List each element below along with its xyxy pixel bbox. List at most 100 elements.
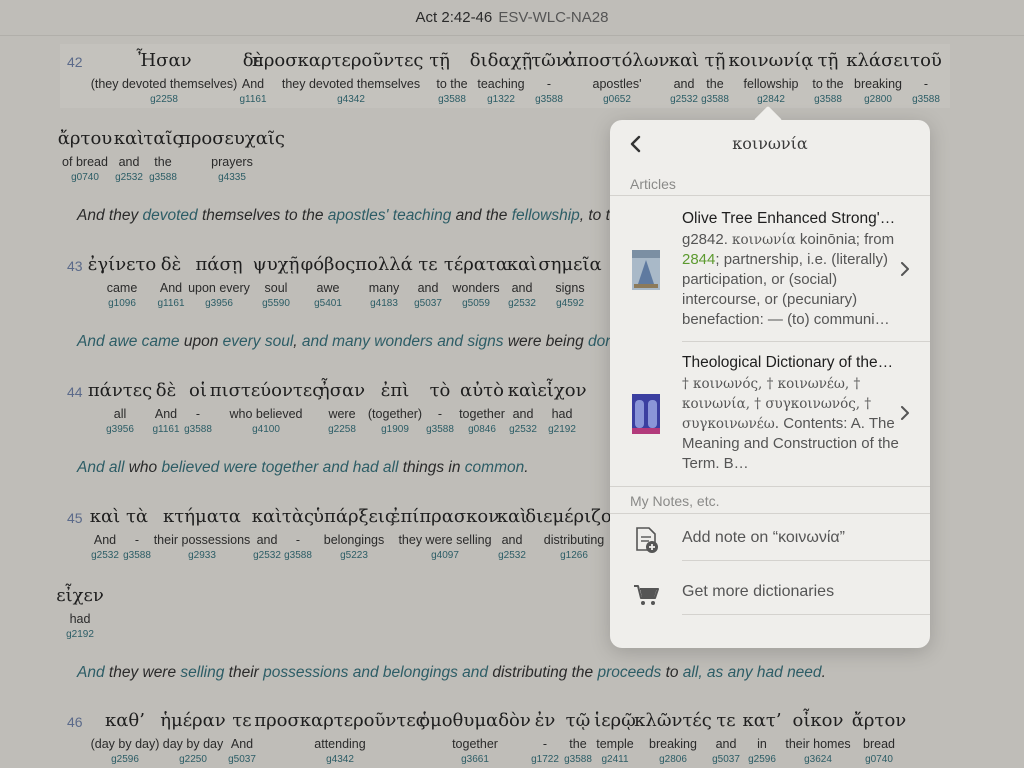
strongs-number: g2596 [748, 754, 776, 765]
linked-phrase[interactable]: possessions and belongings and [263, 664, 492, 681]
interlinear-word[interactable]: ἐν - g1722 [531, 710, 559, 766]
article-strongs[interactable]: Olive Tree Enhanced Strong's... g2842. κ… [610, 208, 930, 338]
article-tdnt[interactable]: Theological Dictionary of the… † κοινωνό… [610, 352, 930, 482]
interlinear-word[interactable]: οἶκον their homes g3624 [785, 710, 850, 766]
interlinear-word[interactable]: κλῶντές breaking g2806 [634, 710, 712, 766]
interlinear-word[interactable]: τῇ to the g3588 [812, 50, 843, 106]
interlinear-word[interactable]: ἄρτου of bread g0740 [58, 128, 112, 184]
interlinear-word[interactable]: διδαχῇ teaching g1322 [470, 50, 533, 106]
interlinear-word[interactable]: εἶχεν had g2192 [56, 585, 104, 641]
strongs-link[interactable]: 2844 [682, 251, 715, 268]
interlinear-word[interactable]: τοῦ - g3588 [910, 50, 942, 106]
interlinear-word[interactable]: καὶ and g2532 [508, 380, 538, 436]
back-button[interactable] [624, 132, 648, 156]
greek-word: εἶχεν [56, 585, 104, 606]
interlinear-word[interactable]: τῶν - g3588 [531, 50, 567, 106]
interlinear-word[interactable]: τὰς - g3588 [282, 506, 314, 562]
interlinear-word[interactable]: ἡμέραν day by day g2250 [160, 710, 226, 766]
interlinear-word[interactable]: κοινωνίᾳ fellowship g2842 [729, 50, 814, 106]
linked-phrase[interactable]: and many wonders and signs [302, 333, 508, 350]
linked-phrase[interactable]: , as any had need [698, 664, 821, 681]
interlinear-word[interactable]: καὶ and g2532 [114, 128, 144, 184]
interlinear-word[interactable]: τῷ the g3588 [564, 710, 592, 766]
linked-phrase[interactable]: proceeds [597, 664, 665, 681]
verse-number[interactable]: 46 [67, 714, 83, 730]
greek-word: ἐγίνετο [87, 254, 157, 275]
interlinear-word[interactable]: διεμέριζον distributing g1266 [525, 506, 622, 562]
linked-phrase[interactable]: apostles' teaching [328, 207, 456, 224]
add-note-button[interactable]: Add note on “κοινωνία” [610, 516, 930, 562]
english-gloss: and [511, 281, 533, 295]
interlinear-word[interactable]: τε And g5037 [228, 710, 256, 766]
interlinear-word[interactable]: καὶ and g2532 [507, 254, 537, 310]
strongs-number: g3588 [426, 424, 454, 435]
interlinear-word[interactable]: ἐπὶ (together) g1909 [368, 380, 422, 436]
interlinear-word[interactable]: τῇ the g3588 [701, 50, 729, 106]
interlinear-word[interactable]: ἱερῷ temple g2411 [594, 710, 636, 766]
interlinear-word[interactable]: ἦσαν were g2258 [319, 380, 365, 436]
interlinear-word[interactable]: κατ’ in g2596 [742, 710, 781, 766]
interlinear-word[interactable]: προσκαρτεροῦντες attending g4342 [254, 710, 425, 766]
interlinear-word[interactable]: πιστεύοντες who believed g4100 [210, 380, 323, 436]
verse-translation[interactable]: And they devoted themselves to the apost… [77, 207, 610, 225]
verse-number[interactable]: 44 [67, 384, 83, 400]
interlinear-word[interactable]: to the g3588 [436, 50, 467, 106]
interlinear-word[interactable]: πάσῃ upon every g3956 [188, 254, 250, 310]
interlinear-word[interactable]: καὶ And g2532 [90, 506, 120, 562]
linked-phrase[interactable]: fellowship [512, 207, 580, 224]
linked-phrase[interactable]: devoted [143, 207, 202, 224]
interlinear-word[interactable]: ψυχῇ soul g5590 [253, 254, 300, 310]
interlinear-word[interactable]: οἱ - g3588 [184, 380, 212, 436]
linked-phrase[interactable]: all [683, 664, 699, 681]
verse-translation[interactable]: And they were selling their possessions … [77, 664, 826, 682]
interlinear-word[interactable]: δὲ And g1161 [152, 380, 179, 436]
interlinear-word[interactable]: ἄρτον bread g0740 [852, 710, 906, 766]
linked-phrase[interactable]: believed were together and had all [161, 459, 402, 476]
interlinear-word[interactable]: καὶ and g2532 [497, 506, 527, 562]
strongs-number: g5037 [414, 298, 442, 309]
strongs-number: g2192 [66, 629, 94, 640]
verse-number[interactable]: 43 [67, 258, 83, 274]
linked-phrase[interactable]: And awe came [77, 333, 184, 350]
plain-phrase: distributing the [492, 664, 598, 681]
interlinear-word[interactable]: καὶ and g2532 [669, 50, 699, 106]
interlinear-word[interactable]: τέρατα wonders g5059 [444, 254, 508, 310]
linked-phrase[interactable]: every soul [223, 333, 294, 350]
interlinear-word[interactable]: φόβος awe g5401 [301, 254, 356, 310]
interlinear-word[interactable]: κλάσει breaking g2800 [846, 50, 909, 106]
interlinear-word[interactable]: τὸ - g3588 [426, 380, 454, 436]
strongs-number: g5037 [228, 754, 256, 765]
interlinear-word[interactable]: καθ’ (day by day) g2596 [91, 710, 160, 766]
linked-phrase[interactable]: selling [180, 664, 228, 681]
interlinear-word[interactable]: τε and g5037 [414, 254, 442, 310]
get-more-dictionaries-button[interactable]: Get more dictionaries [610, 570, 930, 616]
linked-phrase[interactable]: common [465, 459, 524, 476]
interlinear-word[interactable]: δὲ And g1161 [157, 254, 184, 310]
interlinear-word[interactable]: κτήματα their possessions g2933 [154, 506, 251, 562]
interlinear-word[interactable]: καὶ and g2532 [252, 506, 282, 562]
interlinear-word[interactable]: ὁμοθυμαδὸν together g3661 [419, 710, 531, 766]
title-bar[interactable]: Act 2:42-46 ESV-WLC-NA28 [0, 0, 1024, 36]
interlinear-word[interactable]: ταῖς the g3588 [143, 128, 182, 184]
interlinear-word[interactable]: σημεῖα signs g4592 [538, 254, 601, 310]
interlinear-word[interactable]: τε and g5037 [712, 710, 740, 766]
interlinear-word[interactable]: προσκαρτεροῦντες τῇ they devoted themselv… [252, 50, 450, 106]
interlinear-word[interactable]: ἐγίνετο came g1096 [88, 254, 157, 310]
interlinear-word[interactable]: ἀποστόλων apostles' g0652 [565, 50, 670, 106]
interlinear-word[interactable]: προσευχαῖς prayers g4335 [179, 128, 285, 184]
verse-translation[interactable]: And all who believed were together and h… [77, 459, 529, 477]
linked-phrase[interactable]: And [77, 664, 109, 681]
interlinear-word[interactable]: Ἦσαν (they devoted themselves) g2258 [91, 50, 238, 106]
verse-translation[interactable]: And awe came upon every soul, and many w… [77, 333, 622, 351]
linked-phrase[interactable]: And all [77, 459, 129, 476]
interlinear-word[interactable]: τὰ - g3588 [123, 506, 151, 562]
interlinear-word[interactable]: εἶχον had g2192 [537, 380, 586, 436]
interlinear-word[interactable]: ἐπίπρασκον they were selling g4097 [391, 506, 499, 562]
strongs-number: g5590 [262, 298, 290, 309]
interlinear-word[interactable]: πάντες all g3956 [88, 380, 152, 436]
interlinear-word[interactable]: ὑπάρξεις belongings g5223 [313, 506, 395, 562]
interlinear-word[interactable]: πολλά many g4183 [355, 254, 413, 310]
verse-number[interactable]: 45 [67, 510, 83, 526]
verse-number[interactable]: 42 [67, 54, 83, 70]
interlinear-word[interactable]: αὐτὸ together g0846 [459, 380, 505, 436]
